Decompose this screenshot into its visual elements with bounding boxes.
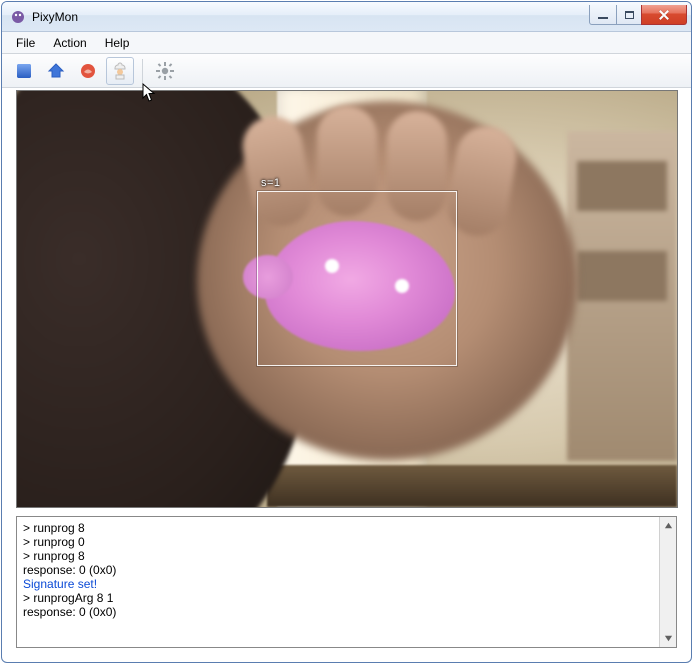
window-title: PixyMon: [32, 10, 590, 24]
console-line: > runprog 0: [23, 535, 653, 549]
video-view[interactable]: s=1: [16, 90, 678, 508]
titlebar[interactable]: PixyMon: [2, 2, 691, 32]
menu-help[interactable]: Help: [97, 34, 138, 52]
detection-box: [257, 191, 457, 366]
maximize-button[interactable]: [616, 5, 642, 25]
menu-file[interactable]: File: [8, 34, 43, 52]
console-output[interactable]: > runprog 8> runprog 0> runprog 8respons…: [17, 517, 659, 647]
console-panel: > runprog 8> runprog 0> runprog 8respons…: [16, 516, 677, 648]
console-line: > runprog 8: [23, 549, 653, 563]
home-icon[interactable]: [42, 57, 70, 85]
menubar: File Action Help: [2, 32, 691, 54]
app-window: PixyMon File Action Help: [1, 1, 692, 663]
scroll-down-icon[interactable]: [661, 630, 676, 647]
minimize-button[interactable]: [589, 5, 617, 25]
chef-icon[interactable]: [106, 57, 134, 85]
console-line: > runprog 8: [23, 521, 653, 535]
console-line: response: 0 (0x0): [23, 563, 653, 577]
content-area: s=1 > runprog 8> runprog 0> runprog 8res…: [2, 90, 691, 662]
console-line: Signature set!: [23, 577, 653, 591]
console-scrollbar[interactable]: [659, 517, 676, 647]
scroll-up-icon[interactable]: [661, 517, 676, 534]
console-line: response: 0 (0x0): [23, 605, 653, 619]
run-icon[interactable]: [10, 57, 38, 85]
console-line: > runprogArg 8 1: [23, 591, 653, 605]
menu-action[interactable]: Action: [45, 34, 94, 52]
app-icon: [10, 9, 26, 25]
close-button[interactable]: [641, 5, 687, 25]
window-controls: [590, 5, 687, 25]
detection-label: s=1: [261, 177, 281, 189]
toolbar: [2, 54, 691, 88]
gear-icon[interactable]: [151, 57, 179, 85]
cooked-icon[interactable]: [74, 57, 102, 85]
toolbar-separator: [142, 59, 143, 83]
